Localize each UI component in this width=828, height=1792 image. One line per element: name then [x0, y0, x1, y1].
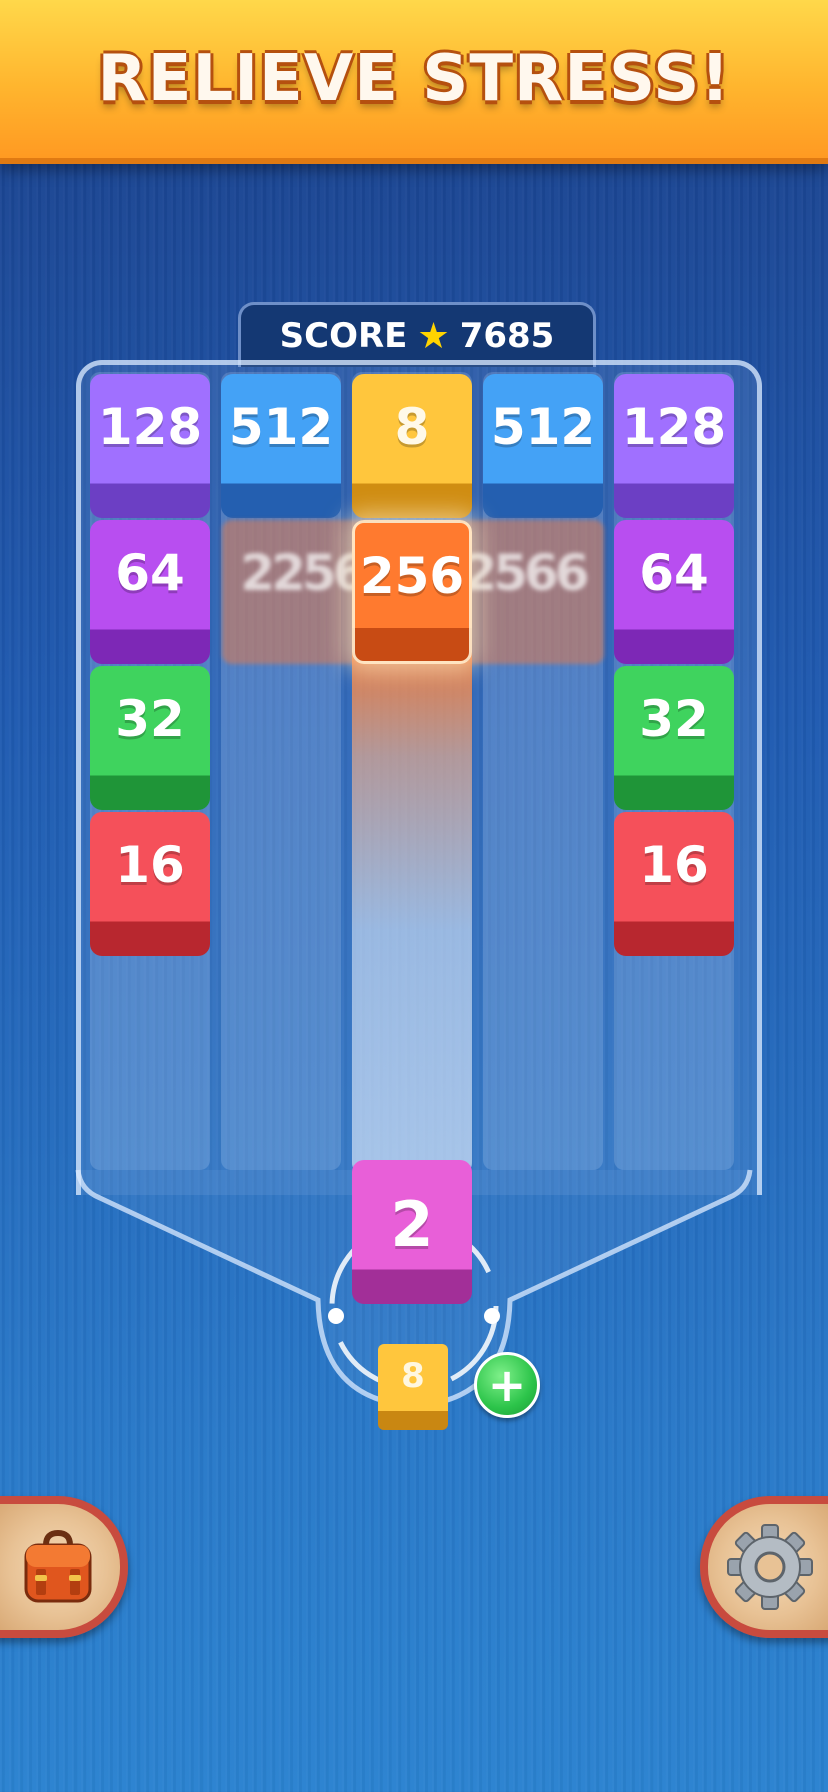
tile-512: 512	[221, 374, 341, 518]
score-label: SCORE	[279, 316, 408, 356]
next-tile-preview: 8	[378, 1344, 448, 1430]
ghost-label: 2256	[240, 544, 367, 602]
score-panel: SCORE ★ 7685	[238, 302, 596, 367]
plus-icon: +	[487, 1358, 527, 1412]
add-button[interactable]: +	[474, 1352, 540, 1418]
tile-value: 128	[97, 398, 203, 456]
tile-value: 128	[621, 398, 727, 456]
tile-value: 8	[401, 1356, 425, 1396]
tile-value: 16	[115, 836, 185, 894]
tile-8: 8	[352, 374, 472, 518]
bag-icon	[24, 1529, 92, 1603]
tile-256-merged: 256	[352, 520, 472, 664]
promo-banner: RELIEVE STRESS!	[0, 0, 828, 164]
tile-value: 512	[490, 398, 596, 456]
bag-button[interactable]	[0, 1496, 128, 1638]
tile-32: 32	[614, 666, 734, 810]
tile-512: 512	[483, 374, 603, 518]
tile-value: 256	[359, 547, 465, 605]
launch-beam	[352, 640, 472, 1170]
tile-value: 32	[115, 690, 185, 748]
star-icon: ★	[417, 315, 450, 357]
gear-icon	[727, 1524, 813, 1610]
tile-128: 128	[614, 374, 734, 518]
tile-value: 32	[639, 690, 709, 748]
tile-value: 64	[115, 544, 185, 602]
tile-32: 32	[90, 666, 210, 810]
score-value: 7685	[459, 316, 555, 356]
tile-value: 512	[228, 398, 334, 456]
tile-128: 128	[90, 374, 210, 518]
current-tile[interactable]: 2	[352, 1160, 472, 1304]
tile-value: 16	[639, 836, 709, 894]
tile-value: 8	[394, 398, 430, 456]
banner-title: RELIEVE STRESS!	[97, 42, 731, 116]
tile-value: 2	[390, 1188, 434, 1261]
tile-value: 64	[639, 544, 709, 602]
tile-64: 64	[90, 520, 210, 664]
settings-button[interactable]	[700, 1496, 828, 1638]
tile-64: 64	[614, 520, 734, 664]
ghost-label: 2566	[462, 544, 589, 602]
tile-16: 16	[614, 812, 734, 956]
tile-16: 16	[90, 812, 210, 956]
